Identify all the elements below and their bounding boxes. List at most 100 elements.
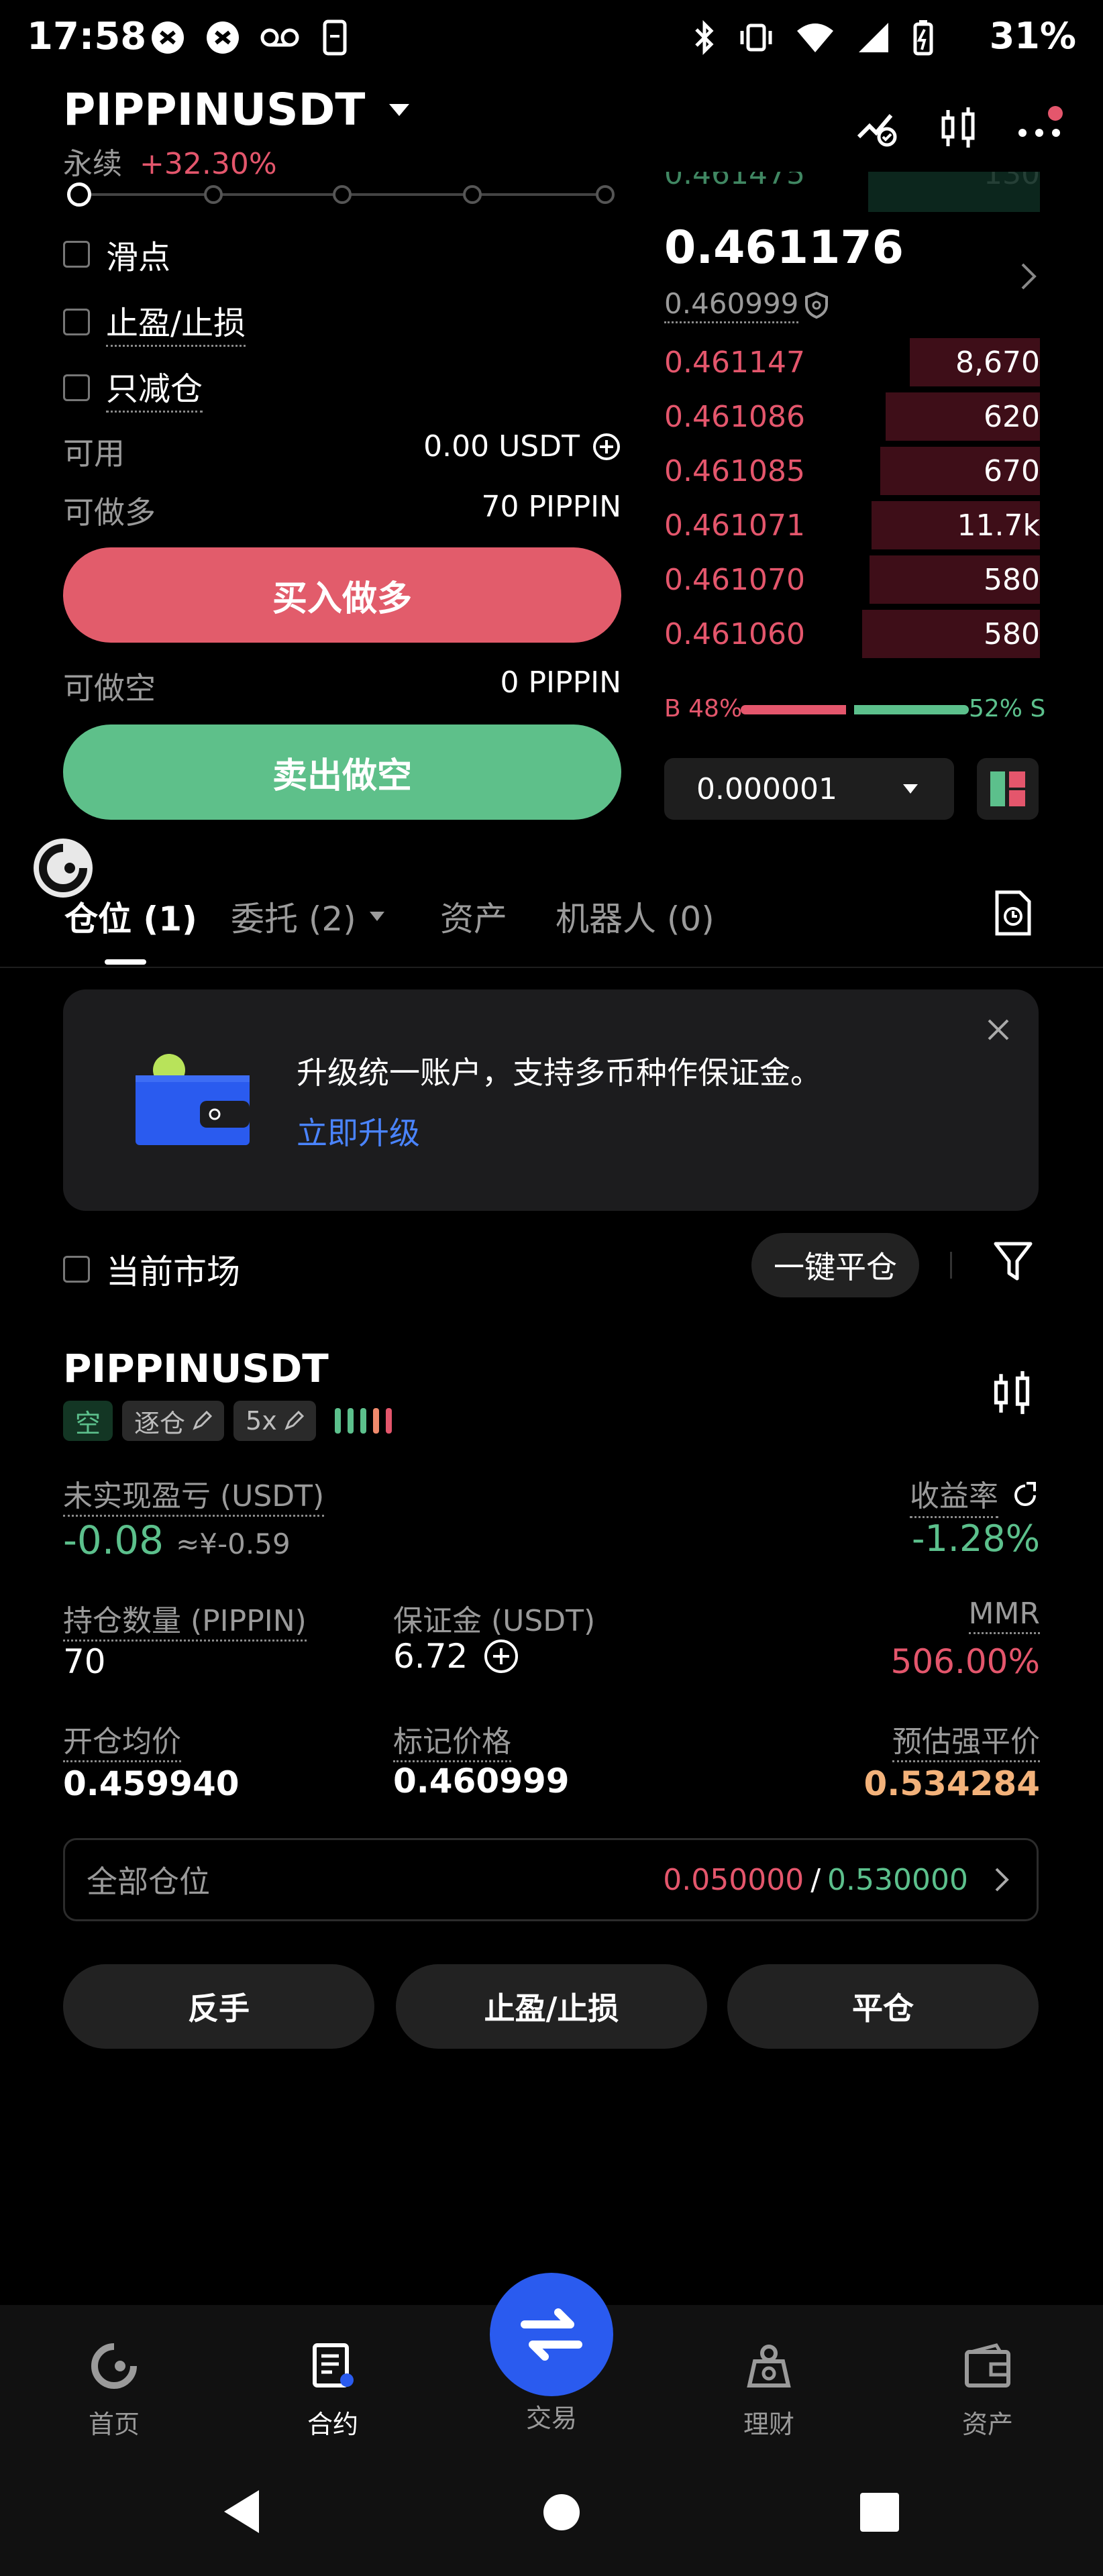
tab-orders[interactable]: 委托 (2) (231, 892, 386, 941)
ask-size: 580 (984, 562, 1040, 597)
orderbook-ask-row[interactable]: 0.461070 580 (664, 553, 1040, 606)
slider-step[interactable] (463, 185, 482, 204)
transfer-plus-icon[interactable] (592, 432, 621, 462)
floating-widget-icon[interactable] (31, 836, 95, 900)
share-icon[interactable] (1010, 1481, 1040, 1510)
tp-sl-button[interactable]: 止盈/止损 (396, 1964, 707, 2049)
orderbook-layout-button[interactable] (977, 758, 1039, 820)
status-time: 17:58 (27, 15, 147, 58)
margin-label: 保证金 (USDT) (393, 1604, 596, 1638)
chevron-right-icon[interactable] (1018, 262, 1039, 291)
nav-earn[interactable]: 理财 (702, 2341, 836, 2440)
amount-slider-thumb[interactable] (67, 182, 91, 207)
wifi-icon (797, 23, 833, 52)
slippage-checkbox[interactable] (63, 241, 90, 268)
upgrade-link[interactable]: 立即升级 (297, 1109, 420, 1153)
orderbook-ask-row[interactable]: 0.461060 580 (664, 607, 1040, 661)
order-history-icon[interactable] (993, 890, 1033, 936)
tab-bots[interactable]: 机器人 (0) (556, 892, 715, 941)
slippage-option[interactable]: 滑点 (63, 231, 170, 278)
ask-price: 0.461071 (664, 508, 805, 543)
roe-value: -1.28% (911, 1517, 1040, 1560)
sl-value: 0.530000 (827, 1862, 968, 1897)
slider-step[interactable] (204, 185, 223, 204)
tp-value: 0.050000 (663, 1862, 804, 1897)
notification-dot (1048, 106, 1063, 121)
symbol-selector[interactable]: PIPPINUSDT (63, 84, 411, 136)
price-alert-icon[interactable] (856, 107, 900, 149)
ask-size: 8,670 (955, 345, 1040, 380)
contract-type: 永续 (63, 147, 122, 181)
nav-home[interactable]: 首页 (47, 2341, 181, 2440)
buy-ratio: B 48% (664, 695, 743, 722)
close-all-button[interactable]: 一键平仓 (751, 1233, 919, 1297)
recents-icon[interactable] (859, 2491, 900, 2533)
more-menu-button[interactable] (1016, 106, 1063, 150)
reverse-button[interactable]: 反手 (63, 1964, 374, 2049)
add-margin-icon[interactable] (482, 1638, 520, 1675)
can-short-value: 0 PIPPIN (500, 665, 621, 700)
ask-price: 0.461147 (664, 345, 805, 380)
ask-price: 0.461086 (664, 399, 805, 434)
tp-sl-checkbox[interactable] (63, 308, 90, 335)
buy-long-button[interactable]: 买入做多 (63, 547, 621, 643)
can-long-label: 可做多 (63, 494, 156, 531)
mmr-value: 506.00% (890, 1642, 1040, 1681)
slider-step[interactable] (333, 185, 352, 204)
unrealized-pnl-value: -0.08 (63, 1517, 164, 1563)
mark-price: 0.460999 (664, 287, 799, 323)
shield-icon (805, 291, 829, 319)
current-market-checkbox[interactable] (63, 1256, 90, 1283)
tp-sl-option[interactable]: 止盈/止损 (63, 297, 246, 347)
header-actions (856, 106, 1063, 150)
filter-icon[interactable] (993, 1240, 1033, 1284)
orderbook-ask-row[interactable]: 0.461086 620 (664, 390, 1040, 443)
nav-trade-label[interactable]: 交易 (484, 2398, 619, 2434)
reduce-only-checkbox[interactable] (63, 374, 90, 401)
close-position-button[interactable]: 平仓 (727, 1964, 1039, 2049)
tab-positions[interactable]: 仓位 (1) (64, 892, 197, 941)
tab-active-indicator (105, 959, 146, 965)
unrealized-pnl-cny: ≈¥-0.59 (176, 1527, 291, 1560)
nav-futures[interactable]: 合约 (266, 2341, 400, 2440)
unrealized-pnl: -0.08 ≈¥-0.59 (63, 1517, 291, 1563)
home-button-icon[interactable] (542, 2493, 581, 2532)
tab-orders-label: 委托 (2) (231, 900, 356, 938)
current-market-filter[interactable]: 当前市场 (63, 1245, 240, 1293)
tab-assets[interactable]: 资产 (440, 892, 507, 941)
margin-mode-tag[interactable]: 逐仓 (122, 1401, 225, 1441)
close-icon[interactable] (985, 1016, 1012, 1043)
roe-header: 收益率 (910, 1472, 1040, 1518)
orderbook-ask-row[interactable]: 0.461147 8,670 (664, 335, 1040, 389)
battery-percent: 31% (989, 15, 1076, 57)
nav-assets[interactable]: 资产 (921, 2341, 1055, 2440)
trade-fab[interactable] (490, 2273, 613, 2396)
app-notification-icon (152, 21, 184, 54)
tp-sl-separator: / (810, 1862, 821, 1897)
back-icon[interactable] (220, 2487, 263, 2536)
tp-sl-all-positions[interactable]: 全部仓位 0.050000 / 0.530000 (63, 1838, 1039, 1921)
entry-price-value: 0.459940 (63, 1764, 240, 1803)
phone-sync-icon (323, 19, 347, 56)
margin-value-row: 6.72 (393, 1637, 520, 1676)
side-tag: 空 (63, 1401, 113, 1441)
filter-divider (950, 1252, 952, 1279)
candlestick-chart-icon[interactable] (938, 106, 978, 150)
candlestick-chart-icon[interactable] (990, 1367, 1033, 1419)
status-system-icons (691, 19, 935, 56)
last-price[interactable]: 0.461176 (664, 221, 904, 274)
precision-select[interactable]: 0.000001 (664, 758, 954, 820)
ask-price: 0.461070 (664, 562, 805, 597)
orderbook-ask-row[interactable]: 0.461085 670 (664, 444, 1040, 498)
wallet-icon (136, 1054, 250, 1145)
slider-step[interactable] (596, 185, 615, 204)
orderbook-ask-row[interactable]: 0.461071 11.7k (664, 498, 1040, 552)
position-symbol[interactable]: PIPPINUSDT (63, 1346, 329, 1391)
ask-size: 670 (984, 453, 1040, 488)
leverage-tag[interactable]: 5x (233, 1401, 316, 1441)
edit-icon (284, 1411, 304, 1430)
sell-short-button[interactable]: 卖出做空 (63, 724, 621, 820)
reduce-only-option[interactable]: 只减仓 (63, 362, 203, 413)
earn-icon (747, 2345, 791, 2387)
liq-price-value: 0.534284 (863, 1764, 1040, 1803)
